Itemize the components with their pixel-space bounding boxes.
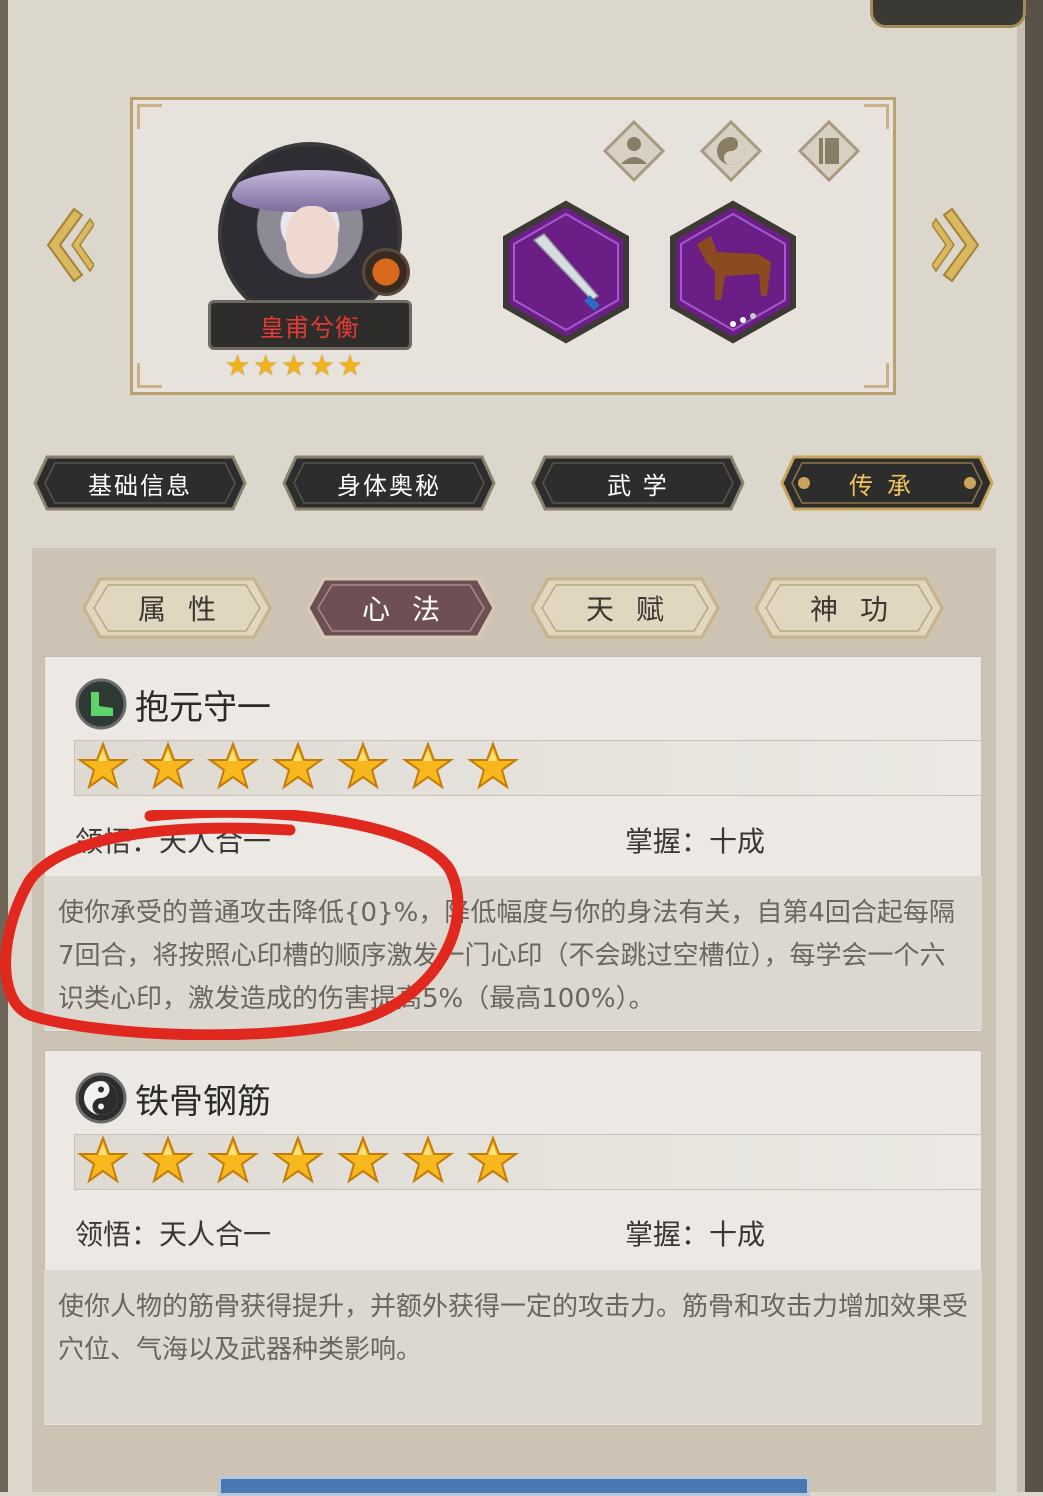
weapon-type-badge-icon <box>362 248 410 296</box>
skill-boot-icon <box>75 678 127 730</box>
skill-stars <box>76 741 520 793</box>
next-hero-arrow-icon[interactable] <box>932 205 982 285</box>
subtab-talents[interactable]: 天赋 <box>530 576 720 640</box>
yin-yang-icon[interactable] <box>700 120 762 182</box>
tab-inheritance[interactable]: 传承 <box>780 455 994 511</box>
subtab-attributes[interactable]: 属性 <box>82 576 272 640</box>
skill-comprehension: 领悟：天人合一 <box>75 1218 272 1251</box>
star-icon: ★ <box>309 349 335 382</box>
left-border <box>0 0 8 1492</box>
prev-hero-arrow-icon[interactable] <box>44 205 94 285</box>
star-icon: ★ <box>281 349 307 382</box>
star-icon <box>401 741 455 793</box>
skill-comprehension: 领悟：天人合一 <box>75 825 272 858</box>
right-border-inner <box>1017 0 1025 1492</box>
skill-name: 抱元守一 <box>135 688 271 728</box>
face <box>286 206 338 274</box>
star-icon <box>401 1135 455 1187</box>
tab-label: 身体奥秘 <box>337 471 441 500</box>
star-icon <box>141 1135 195 1187</box>
subtab-label: 属性 <box>137 593 238 626</box>
star-icon <box>76 1135 130 1187</box>
sword-equipment-icon[interactable] <box>500 200 632 344</box>
hero-portrait[interactable] <box>218 142 402 326</box>
star-icon <box>466 741 520 793</box>
subtab-mental-methods[interactable]: 心法 <box>306 576 496 640</box>
skill-mastery: 掌握：十成 <box>625 1218 766 1251</box>
tab-basic-info[interactable]: 基础信息 <box>33 455 247 511</box>
skill-star-bar <box>74 740 982 796</box>
skill-mastery: 掌握：十成 <box>625 825 766 858</box>
tab-body-secrets[interactable]: 身体奥秘 <box>282 455 496 511</box>
skill-description: 使你人物的筋骨获得提升，并额外获得一定的攻击力。筋骨和攻击力增加效果受穴位、气海… <box>44 1270 982 1424</box>
yin-yang-icon <box>75 1072 127 1124</box>
tab-martial-arts[interactable]: 武 学 <box>531 455 745 511</box>
corner-ornament <box>864 104 889 129</box>
corner-ornament <box>137 104 162 129</box>
hero-star-rating: ★ ★ ★ ★ ★ <box>225 352 363 380</box>
star-icon: ★ <box>337 349 363 382</box>
star-icon <box>206 741 260 793</box>
subtab-label: 心法 <box>361 593 462 626</box>
skill-name: 铁骨钢筋 <box>135 1082 271 1122</box>
star-icon <box>76 741 130 793</box>
tab-label: 传承 <box>849 471 925 500</box>
book-icon[interactable] <box>798 120 860 182</box>
star-icon <box>466 1135 520 1187</box>
tab-label: 基础信息 <box>88 471 192 500</box>
hero-name-plate: 皇甫兮衡 <box>208 300 412 350</box>
person-icon[interactable] <box>603 120 665 182</box>
corner-ornament <box>864 363 889 388</box>
subtab-label: 神功 <box>809 593 910 626</box>
star-icon <box>141 741 195 793</box>
subtab-label: 天赋 <box>585 593 686 626</box>
right-border <box>1025 0 1043 1492</box>
star-icon <box>271 741 325 793</box>
corner-ornament <box>137 363 162 388</box>
subtab-divine-arts[interactable]: 神功 <box>754 576 944 640</box>
skill-star-bar <box>74 1134 982 1190</box>
skill-stars <box>76 1135 520 1187</box>
hero-name: 皇甫兮衡 <box>260 313 360 342</box>
star-icon: ★ <box>225 349 251 382</box>
horse-equipment-icon[interactable] <box>667 200 799 344</box>
star-icon <box>271 1135 325 1187</box>
star-icon <box>206 1135 260 1187</box>
star-icon: ★ <box>253 349 279 382</box>
top-close-tab[interactable] <box>870 0 1026 28</box>
star-icon <box>336 741 390 793</box>
tab-label: 武 学 <box>607 471 669 500</box>
bottom-action-button[interactable] <box>218 1476 810 1496</box>
star-icon <box>336 1135 390 1187</box>
skill-description: 使你承受的普通攻击降低{0}%，降低幅度与你的身法有关，自第4回合起每隔7回合，… <box>44 876 982 1030</box>
